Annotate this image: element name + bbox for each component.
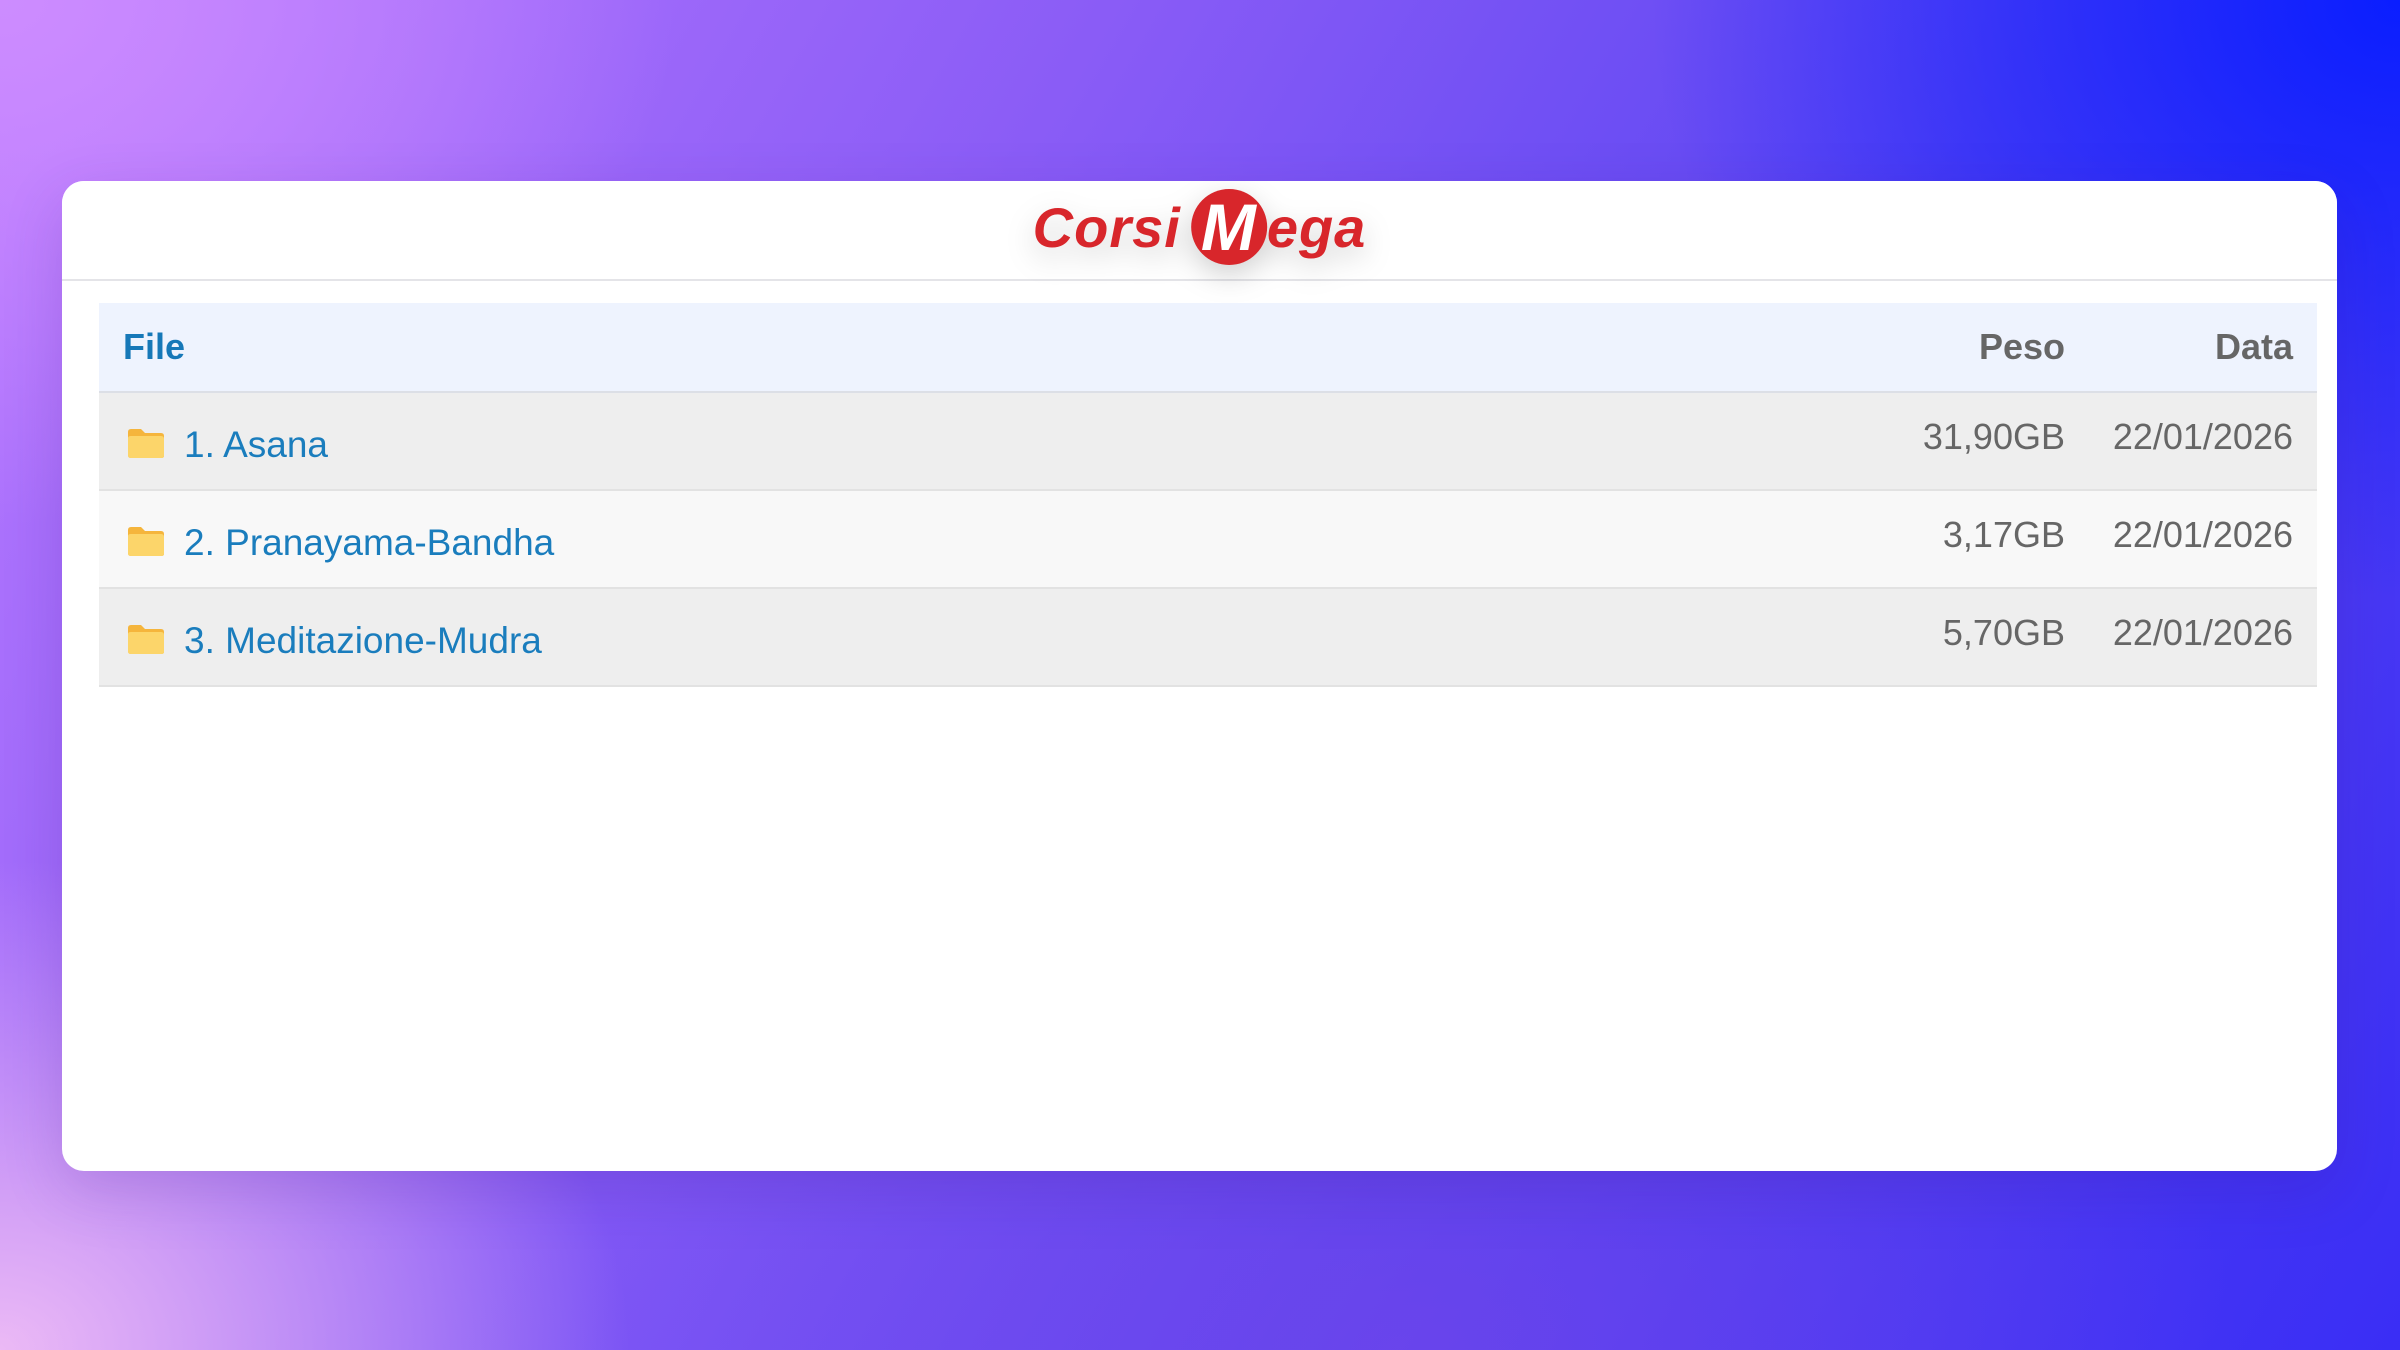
file-date: 22/01/2026	[2112, 514, 2293, 555]
logo-m-badge: M	[1190, 189, 1267, 265]
folder-link[interactable]: 2. Pranayama-Bandha	[184, 491, 554, 587]
table-row[interactable]: 3. Meditazione-Mudra 5,70GB 22/01/2026	[99, 589, 2317, 687]
folder-icon	[128, 527, 164, 556]
folder-icon	[128, 625, 164, 654]
folder-icon	[128, 429, 164, 458]
file-table: File Peso Data 1. Asana 31,90GB 22/01/20…	[99, 303, 2317, 687]
logo-text-corsi: Corsi	[1032, 195, 1181, 259]
column-header-file[interactable]: File	[123, 303, 185, 391]
file-size: 31,90GB	[1922, 416, 2065, 457]
file-browser-card: Corsi M ega File Peso Data 1. Asana 31,9…	[62, 181, 2337, 1171]
table-row[interactable]: 2. Pranayama-Bandha 3,17GB 22/01/2026	[99, 491, 2317, 589]
column-header-date[interactable]: Data	[2215, 303, 2293, 391]
file-size: 5,70GB	[1942, 612, 2065, 653]
column-header-size[interactable]: Peso	[1979, 303, 2065, 391]
file-size: 3,17GB	[1942, 514, 2065, 555]
logo-text-ega: ega	[1266, 195, 1367, 259]
table-row[interactable]: 1. Asana 31,90GB 22/01/2026	[99, 393, 2317, 491]
file-date: 22/01/2026	[2112, 612, 2293, 653]
folder-link[interactable]: 3. Meditazione-Mudra	[184, 589, 542, 685]
table-header: File Peso Data	[99, 303, 2317, 393]
corsimega-logo[interactable]: Corsi M ega	[1033, 187, 1367, 267]
file-date: 22/01/2026	[2112, 416, 2293, 457]
folder-link[interactable]: 1. Asana	[184, 393, 328, 489]
header: Corsi M ega	[62, 181, 2337, 281]
